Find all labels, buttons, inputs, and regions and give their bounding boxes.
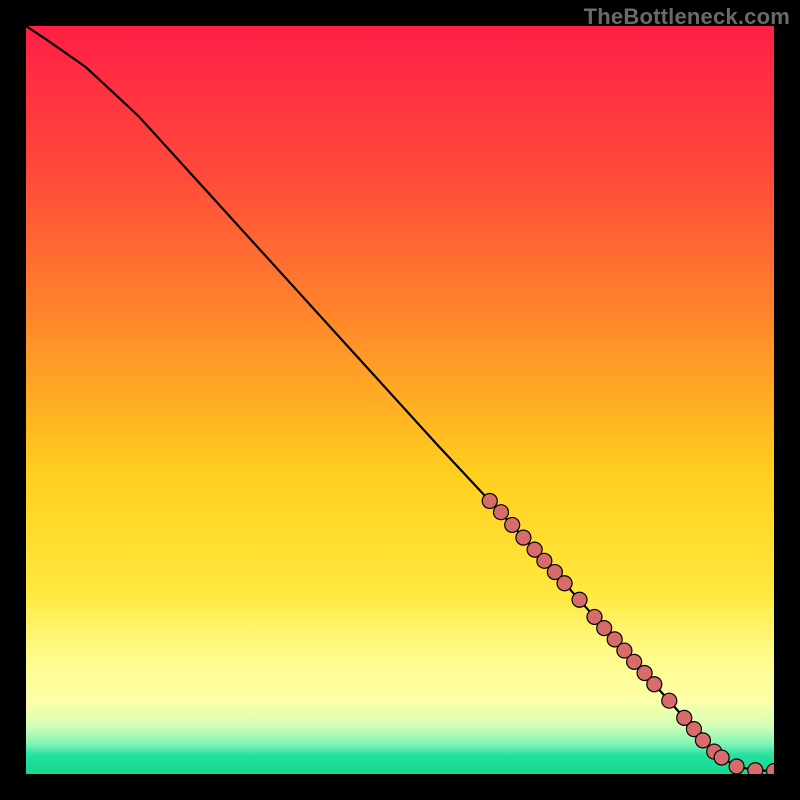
curve-marker	[729, 759, 744, 774]
bottleneck-curve-chart	[26, 26, 774, 774]
curve-marker	[714, 750, 729, 765]
curve-marker	[557, 576, 572, 591]
curve-marker	[505, 517, 520, 532]
curve-marker	[516, 530, 531, 545]
chart-frame: TheBottleneck.com	[0, 0, 800, 800]
gradient-background	[26, 26, 774, 774]
curve-marker	[482, 493, 497, 508]
curve-marker	[647, 677, 662, 692]
curve-marker	[748, 763, 763, 774]
curve-marker	[662, 693, 677, 708]
curve-marker	[695, 733, 710, 748]
curve-marker	[493, 505, 508, 520]
curve-marker	[572, 592, 587, 607]
plot-area	[26, 26, 774, 774]
